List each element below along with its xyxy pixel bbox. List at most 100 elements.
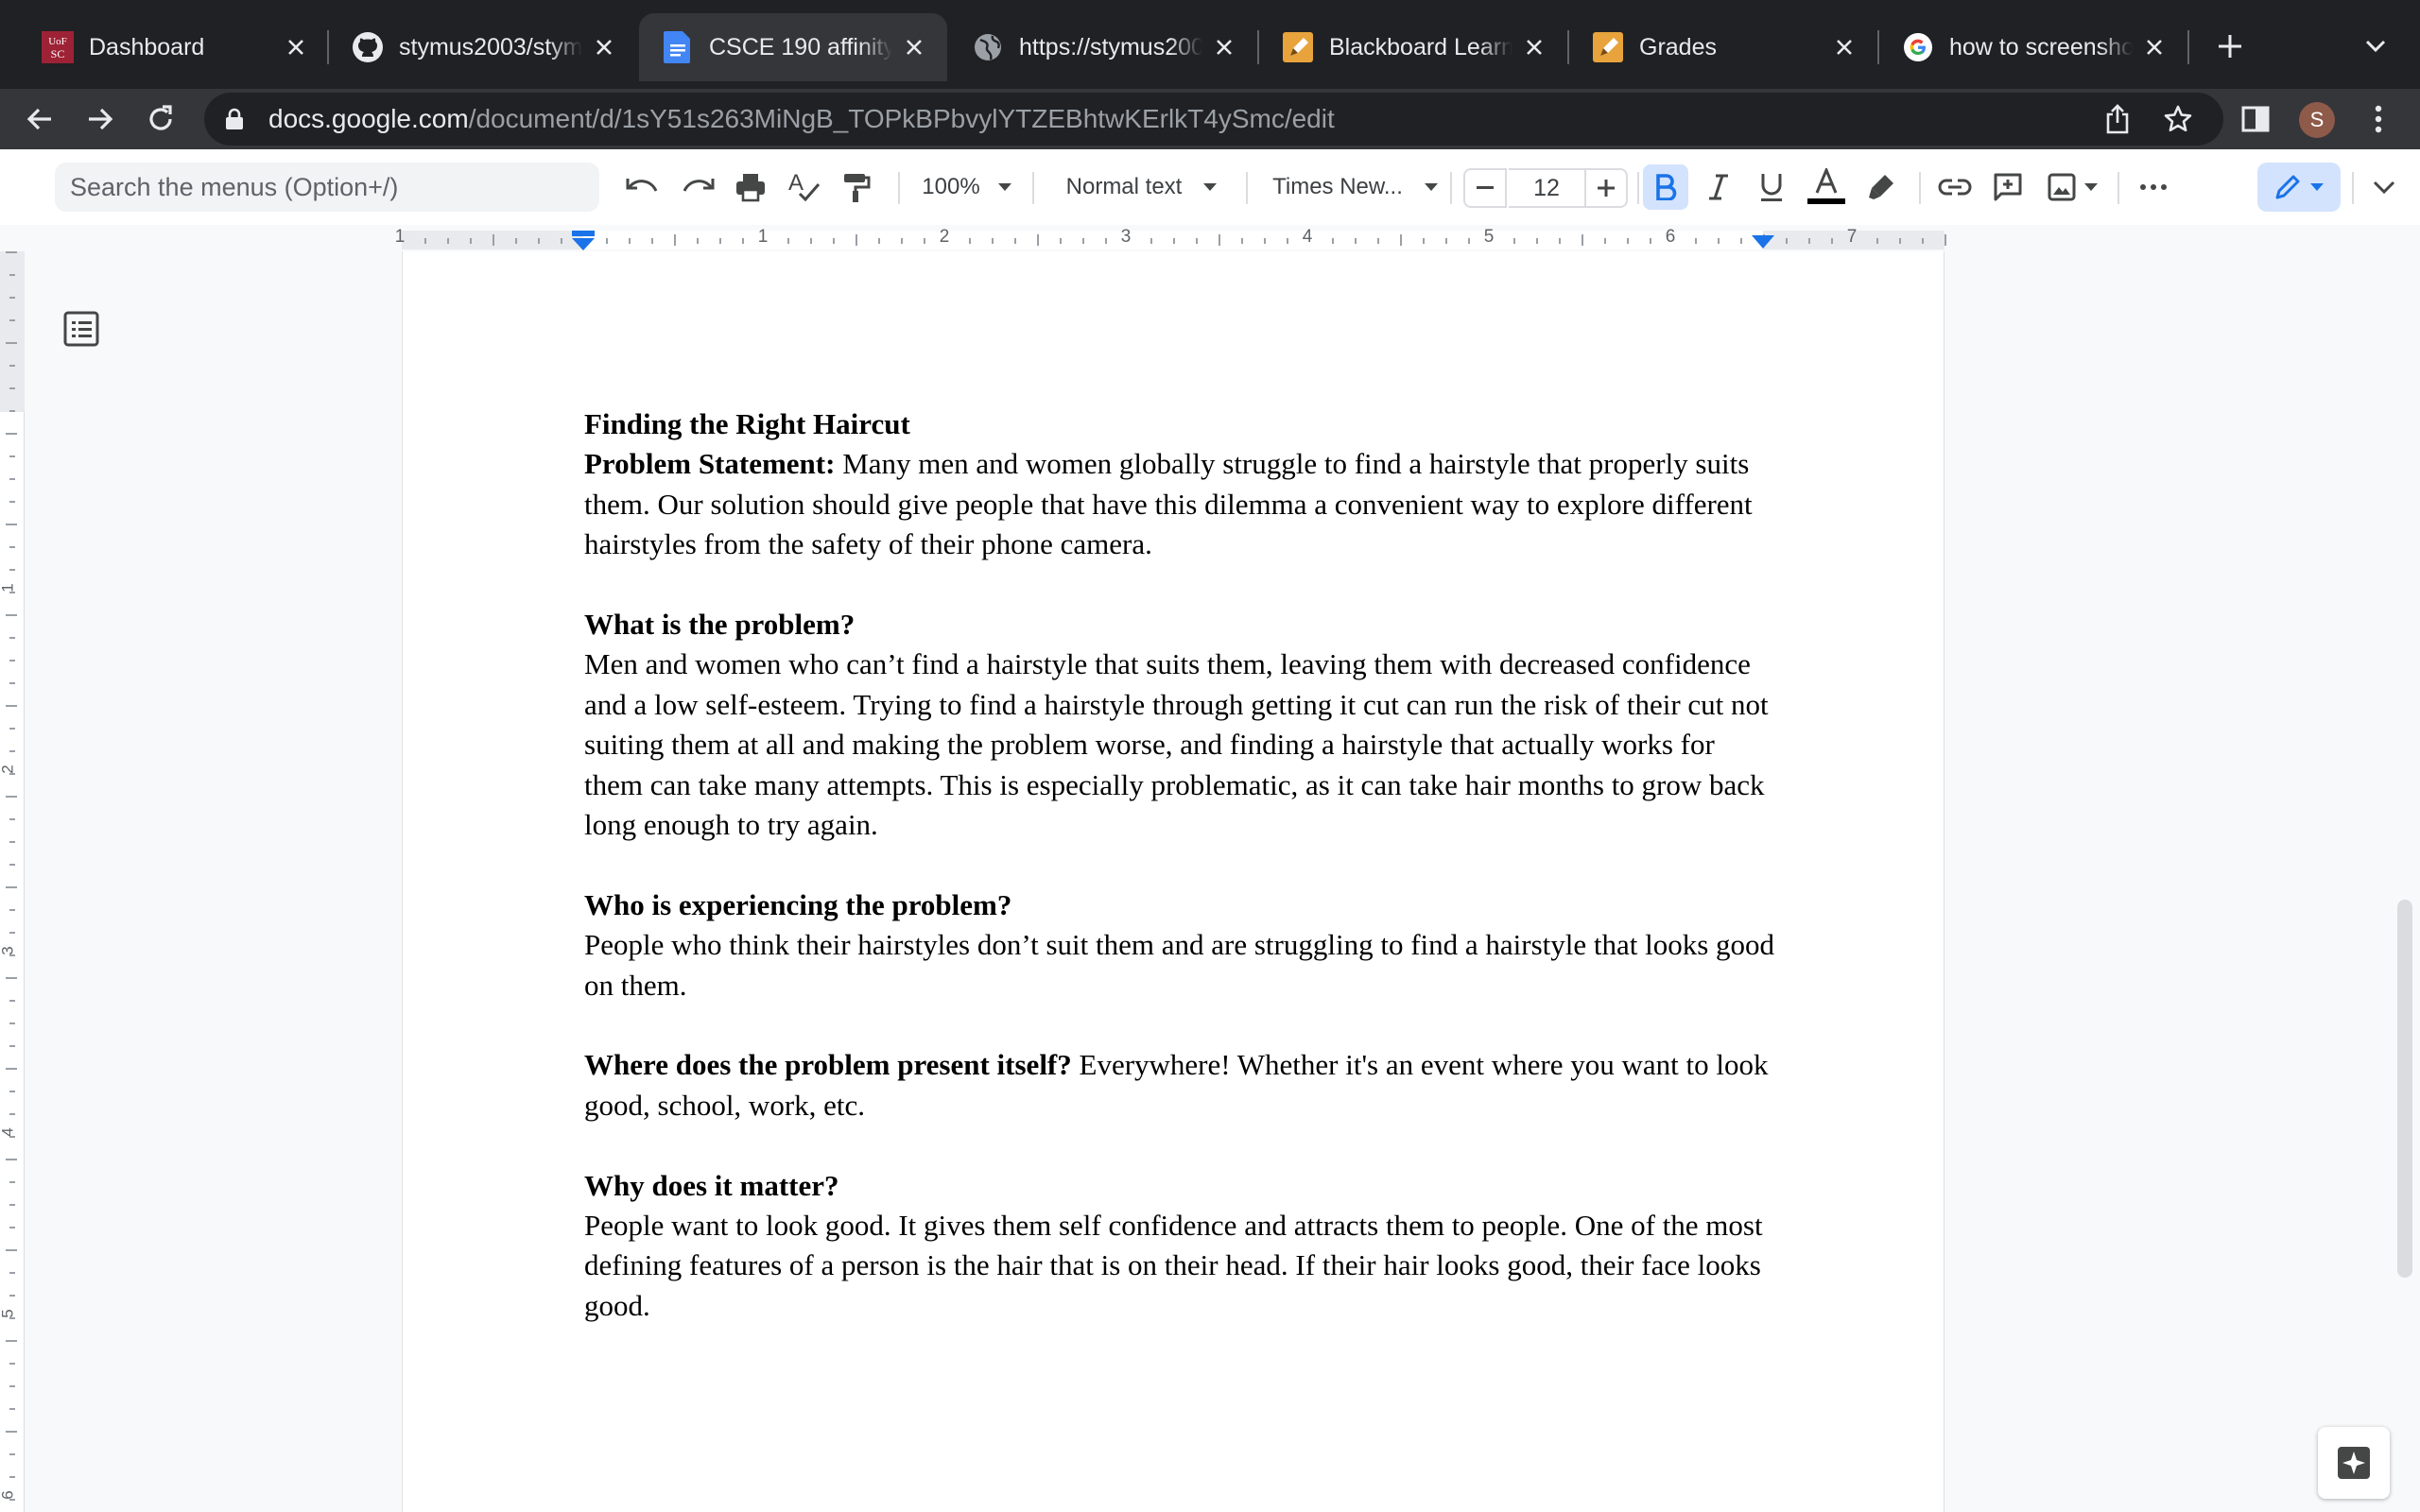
print-icon[interactable] [728,164,773,210]
vertical-scrollbar[interactable] [2397,900,2412,1278]
right-indent-marker[interactable] [1751,234,1775,249]
ruler-tick [1876,238,1878,244]
ruler-tick [1468,238,1470,244]
underline-button[interactable] [1749,164,1794,210]
bookmark-star-icon[interactable] [2163,104,2193,139]
bold-button[interactable] [1643,164,1688,210]
chevron-down-icon [1203,183,1218,191]
ruler-tick [1604,238,1606,244]
tab-blackboard[interactable]: Blackboard Learn [1259,13,1567,81]
ruler-tick [561,238,562,244]
increase-font-size-button[interactable] [1584,168,1628,208]
ruler-tick [1060,238,1062,244]
left-indent-marker[interactable] [571,231,596,251]
redo-icon[interactable] [675,164,720,210]
vertical-ruler-tick [9,387,15,389]
browser-address-bar: docs.google.com/document/d/1sY51s263MiNg… [0,89,2420,149]
ruler-tick [1287,238,1288,244]
vertical-ruler-tick [9,1022,15,1024]
browser-menu-icon[interactable] [2356,96,2401,142]
side-panel-button[interactable] [2233,96,2278,142]
tab-grades[interactable]: Grades [1569,13,1877,81]
vertical-ruler-tick [6,1068,17,1070]
vertical-ruler-tick [9,569,15,571]
toolbar-divider [1032,172,1034,204]
undo-icon[interactable] [620,164,666,210]
url-text[interactable]: docs.google.com/document/d/1sY51s263MiNg… [268,93,1335,146]
spellcheck-icon[interactable]: A [781,164,826,210]
tab-github[interactable]: stymus2003/stymus2003 [329,13,637,81]
ruler-tick [697,238,699,244]
ruler-tick [1559,238,1561,244]
tab-title: https://stymus2003 [1019,33,1202,60]
vertical-ruler-tick [9,1363,15,1365]
share-icon[interactable] [2104,104,2131,139]
close-icon[interactable] [282,33,310,61]
section-text-what: Men and women who can’t find a hairstyle… [584,647,1769,842]
vertical-ruler-tick [9,1181,15,1183]
ruler-number: 6 [1665,227,1676,247]
lock-icon[interactable] [225,108,244,135]
back-button[interactable] [17,96,62,142]
ruler-tick [1582,234,1583,246]
ruler-tick [1082,238,1084,244]
ruler-tick [992,238,994,244]
underline-icon [1761,174,1782,201]
vertical-ruler-tick [9,818,15,820]
italic-button[interactable] [1696,164,1741,210]
ruler-tick [515,238,517,244]
hide-menus-chevron-icon[interactable] [2361,164,2407,210]
highlight-color-button[interactable] [1858,164,1904,210]
font-size-input[interactable]: 12 [1509,168,1584,208]
vertical-ruler-tick [9,365,15,367]
section-where-paragraph: Where does the problem present itself? E… [584,1045,1775,1125]
vertical-ruler-tick [9,1227,15,1228]
vertical-ruler-tick [9,297,15,299]
document-outline-icon[interactable] [60,308,102,350]
close-icon[interactable] [1210,33,1238,61]
vertical-ruler-tick [9,546,15,548]
zoom-value: 100% [922,174,980,199]
tab-search-chevron-icon[interactable] [2354,25,2397,68]
close-icon[interactable] [2140,33,2169,61]
insert-image-button[interactable] [2040,164,2106,210]
vertical-ruler-tick [6,251,17,253]
tab-stymus-site[interactable]: https://stymus2003 [949,13,1257,81]
vertical-ruler-tick [6,705,17,707]
tab-google-search[interactable]: how to screenshot [1879,13,2187,81]
omnibox[interactable]: docs.google.com/document/d/1sY51s263MiNg… [204,93,2223,146]
highlighter-icon [1869,175,1893,199]
reload-button[interactable] [138,96,183,142]
more-options-icon[interactable] [2131,164,2176,210]
browser-tab-strip: UoFSC Dashboard stymus2003/stymus2003 CS… [0,0,2420,89]
comment-plus-icon [1994,173,2022,201]
close-icon[interactable] [1830,33,1858,61]
menu-search-input[interactable]: Search the menus (Option+/) [55,163,599,212]
close-icon[interactable] [590,33,618,61]
ruler-tick [1808,238,1810,244]
tab-csce-doc[interactable]: CSCE 190 affinity [639,13,947,81]
text-color-button[interactable] [1804,164,1849,210]
insert-link-button[interactable] [1932,164,1978,210]
add-comment-button[interactable] [1985,164,2031,210]
ruler-tick [719,238,721,244]
blackboard-icon [1282,31,1314,63]
new-tab-button[interactable] [2208,25,2252,68]
vertical-ruler-tick [6,342,17,344]
decrease-font-size-button[interactable] [1463,168,1507,208]
paint-format-icon[interactable] [834,164,879,210]
bold-icon [1656,174,1677,200]
font-family-select[interactable]: Times New... [1263,164,1448,210]
editing-mode-button[interactable] [2257,163,2341,212]
close-icon[interactable] [900,33,928,61]
ruler-tick [856,234,857,246]
forward-button[interactable] [78,96,123,142]
tab-dashboard[interactable]: UoF SC Dashboard [19,13,329,81]
zoom-select[interactable]: 100% [913,164,1021,210]
paragraph-style-select[interactable]: Normal text [1049,164,1235,210]
close-icon[interactable] [1520,33,1548,61]
profile-avatar[interactable]: S [2299,102,2335,138]
document-body[interactable]: Finding the Right Haircut Problem Statem… [584,404,1775,1326]
document-page[interactable]: Finding the Right Haircut Problem Statem… [402,251,1945,1512]
explore-button[interactable] [2318,1427,2390,1499]
